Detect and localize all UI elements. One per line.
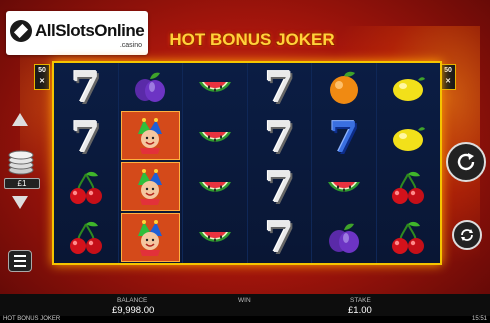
orange-icon — [329, 71, 358, 104]
stake-down-arrow-icon[interactable] — [12, 196, 28, 209]
watermark-logo: AllSlotsOnline .casino — [6, 11, 148, 55]
symbol-cell — [183, 163, 247, 213]
seven-icon: 7 — [264, 113, 294, 162]
symbol-cell — [54, 213, 118, 263]
cherry-icon — [69, 221, 102, 254]
spin-button[interactable] — [446, 142, 486, 182]
win-label: WIN — [238, 297, 251, 304]
symbol-cell — [312, 163, 376, 213]
symbol-cell — [312, 213, 376, 263]
autoplay-icon — [461, 229, 473, 241]
balance-label: BALANCE — [117, 297, 148, 304]
stake-up-arrow-icon[interactable] — [12, 113, 28, 126]
symbol-cell — [183, 213, 247, 263]
joker-icon — [138, 219, 163, 256]
paylines-x-icon: ✕ — [445, 78, 451, 85]
footer-game-name: HOT BONUS JOKER — [3, 316, 61, 322]
lemon-icon — [393, 77, 426, 101]
paylines-count-left: 50 — [38, 67, 46, 74]
symbol-cell: 7 — [248, 163, 312, 213]
balance-value: £9,998.00 — [112, 305, 155, 316]
reel-5: 7 — [312, 63, 377, 263]
watermelon-icon — [198, 182, 231, 192]
menu-button[interactable] — [8, 250, 32, 272]
watermark-sub: .casino — [119, 42, 142, 49]
symbol-cell: 7 — [312, 113, 376, 163]
footer-bar — [0, 316, 490, 323]
blue-seven-icon: 7 — [329, 113, 359, 162]
autoplay-button[interactable] — [452, 220, 482, 250]
symbol-cell: 7 — [54, 113, 118, 163]
symbol-cell — [54, 163, 118, 213]
symbol-cell: 7 — [248, 213, 312, 263]
joker-icon — [138, 117, 163, 154]
symbol-cell: 7 — [248, 113, 312, 163]
watermelon-icon — [198, 132, 231, 142]
reel-2 — [118, 63, 183, 263]
symbol-cell: 7 — [54, 63, 118, 113]
reel-4: 7777 — [247, 63, 312, 263]
game-title: HOT BONUS JOKER — [169, 30, 335, 49]
symbol-cell — [377, 113, 441, 163]
menu-bar — [14, 255, 26, 257]
menu-bar — [14, 260, 26, 262]
coin-stack-icon — [8, 150, 34, 175]
symbol-cell — [120, 162, 180, 211]
stake-selector-value: £1 — [4, 178, 40, 189]
stake-selector[interactable]: £1 — [4, 144, 40, 189]
watermelon-icon — [198, 232, 231, 242]
stake-value: £1.00 — [348, 305, 372, 316]
stake-label: STAKE — [350, 297, 371, 304]
seven-icon: 7 — [264, 163, 294, 212]
plum-icon — [135, 72, 166, 102]
paylines-indicator-left: 50 ✕ — [34, 64, 50, 90]
watermark-brand: AllSlotsOnline — [35, 21, 145, 40]
menu-bar — [14, 265, 26, 267]
symbol-cell — [120, 111, 180, 160]
paylines-x-icon: ✕ — [39, 78, 45, 85]
seven-icon: 7 — [71, 113, 101, 162]
cherry-icon — [392, 171, 425, 204]
symbol-cell: 7 — [248, 63, 312, 113]
watermelon-icon — [198, 82, 231, 92]
diamond-logo-icon — [10, 20, 32, 42]
symbol-cell — [183, 113, 247, 163]
cherry-icon — [392, 221, 425, 254]
symbol-cell — [183, 63, 247, 113]
spin-arrow-icon — [457, 153, 475, 171]
symbol-cell — [377, 163, 441, 213]
plum-icon — [328, 223, 359, 253]
paylines-count-right: 50 — [444, 67, 452, 74]
reel-3 — [183, 63, 248, 263]
watermelon-icon — [327, 182, 360, 192]
symbol-cell — [119, 63, 183, 110]
cherry-icon — [69, 171, 102, 204]
symbol-cell — [377, 63, 441, 113]
reel-grid: 7777777 — [52, 61, 442, 265]
seven-icon: 7 — [264, 63, 294, 112]
seven-icon: 7 — [71, 63, 101, 112]
symbol-cell — [120, 213, 180, 262]
joker-icon — [138, 168, 163, 205]
lemon-icon — [393, 127, 426, 151]
paylines-indicator-right: 50 ✕ — [440, 64, 456, 90]
seven-icon: 7 — [264, 213, 294, 262]
symbol-cell — [377, 213, 441, 263]
reel-6 — [376, 63, 441, 263]
footer-clock: 15:51 — [471, 316, 487, 322]
reel-1: 77 — [54, 63, 119, 263]
symbol-cell — [312, 63, 376, 113]
